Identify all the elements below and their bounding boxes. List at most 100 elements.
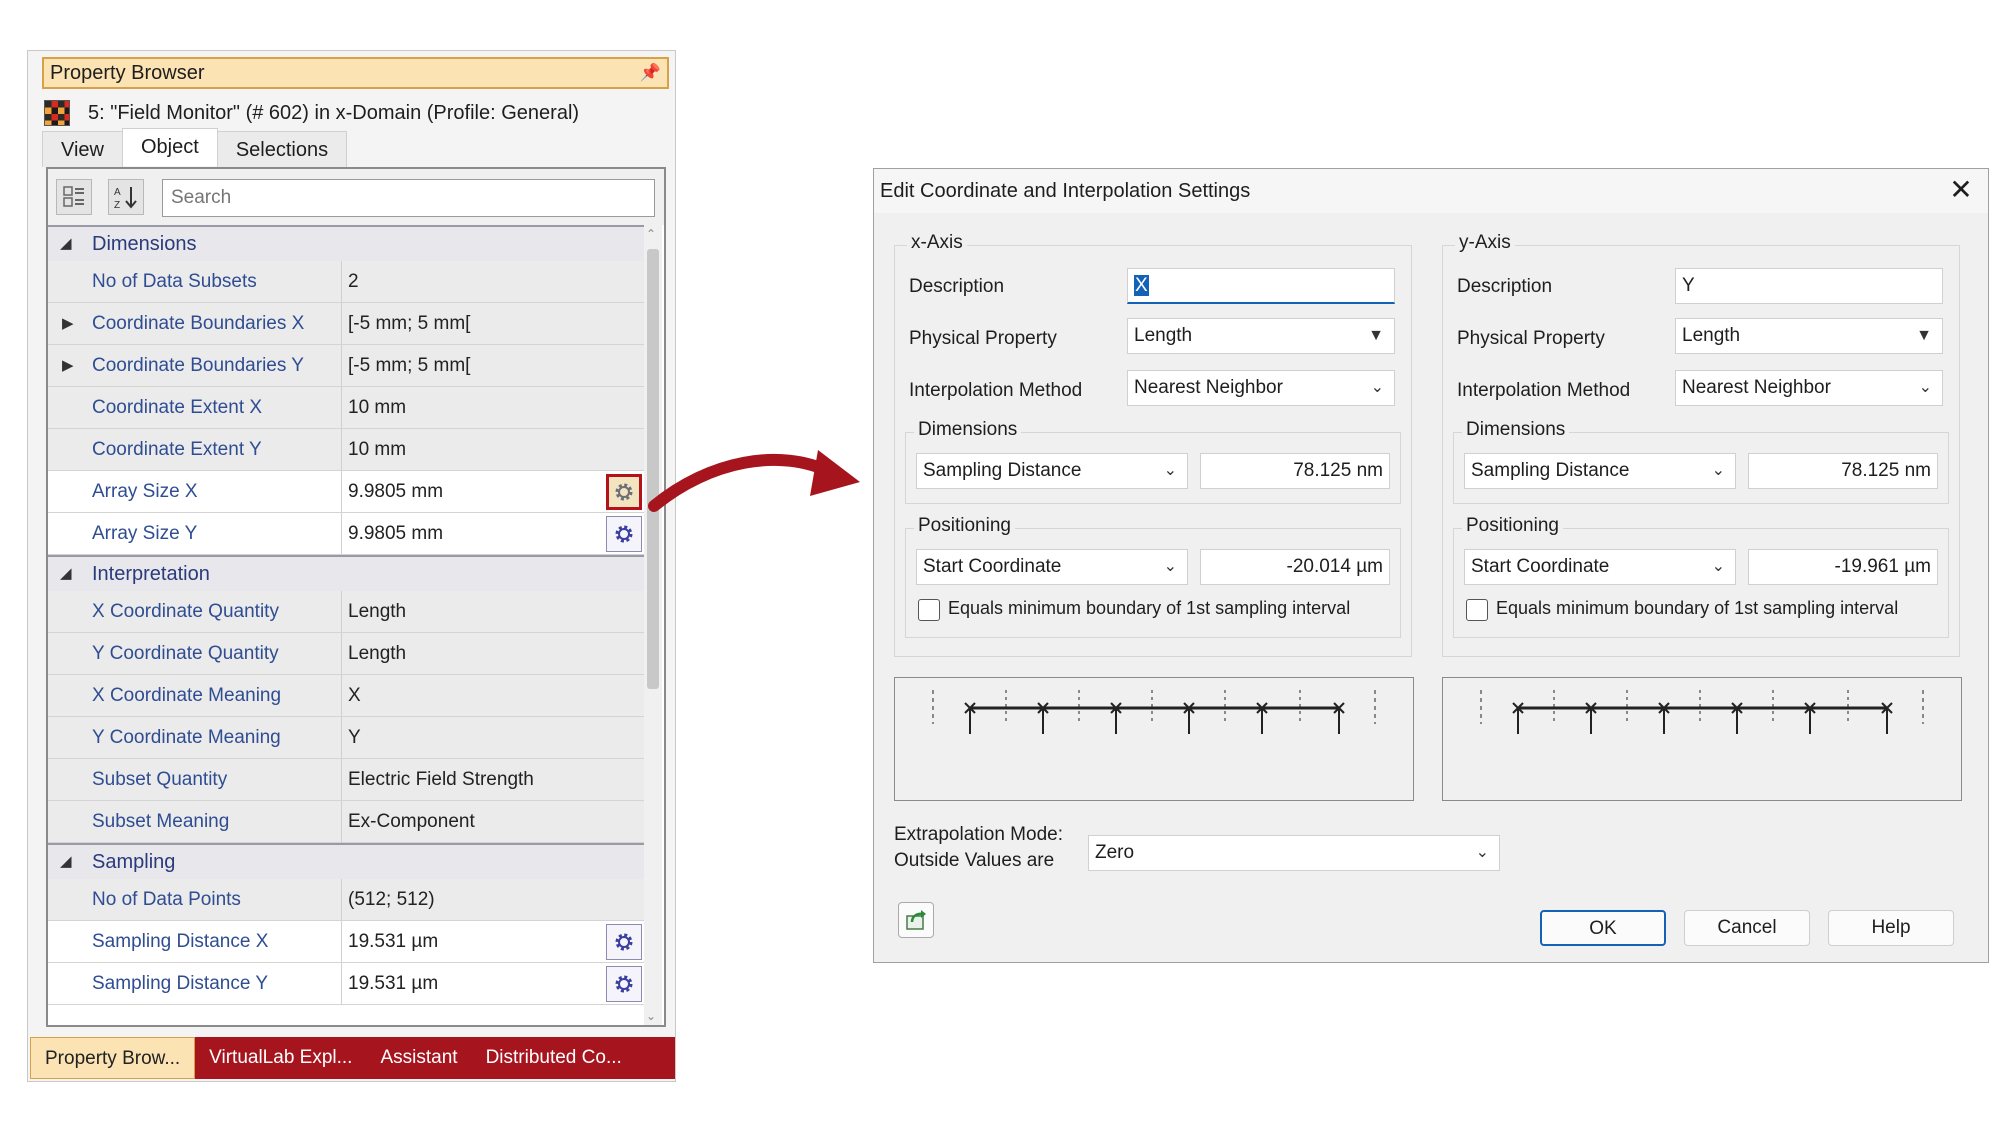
scroll-up-icon[interactable]: ⌃ [646, 227, 656, 241]
property-row[interactable]: Coordinate Extent Y 10 mm [48, 429, 644, 471]
interpolation-select[interactable]: Nearest Neighbor ⌄ [1127, 370, 1395, 406]
cancel-button[interactable]: Cancel [1684, 910, 1810, 946]
property-name: Array Size Y [48, 513, 342, 554]
start-coordinate-input[interactable]: -19.961 µm [1748, 549, 1938, 585]
physical-property-value: Length [1134, 325, 1193, 346]
property-value: X [348, 685, 361, 706]
tab-assistant[interactable]: Assistant [366, 1037, 471, 1079]
property-row[interactable]: No of Data Subsets 2 [48, 261, 644, 303]
help-button[interactable]: Help [1828, 910, 1954, 946]
bottom-tab-bar: Property Brow... VirtualLab Expl... Assi… [30, 1037, 675, 1079]
tab-view[interactable]: View [42, 131, 123, 167]
dimensions-title: Dimensions [1462, 419, 1570, 441]
property-value: 2 [348, 271, 359, 292]
physical-property-value: Length [1682, 325, 1741, 346]
property-value[interactable]: 9.9805 mm [342, 513, 644, 554]
sort-alphabetical-icon[interactable]: AZ [108, 179, 144, 215]
property-name: Coordinate Extent Y [48, 429, 342, 470]
equals-boundary-checkbox[interactable] [1466, 599, 1488, 621]
export-button[interactable] [898, 902, 934, 938]
chevron-down-icon: ⌄ [1370, 379, 1384, 396]
property-row-sampling-distance-x[interactable]: Sampling Distance X 19.531 µm [48, 921, 644, 963]
outside-values-label: Outside Values are [894, 850, 1055, 871]
property-name: Array Size X [48, 471, 342, 512]
physical-property-select[interactable]: Length ▼ [1675, 318, 1943, 354]
dialog-title: Edit Coordinate and Interpolation Settin… [880, 180, 1251, 202]
property-row[interactable]: Coordinate Extent X 10 mm [48, 387, 644, 429]
gear-icon[interactable] [606, 516, 642, 552]
chevron-down-icon: ⌄ [1475, 844, 1489, 861]
scroll-down-icon[interactable]: ⌄ [646, 1009, 656, 1023]
expand-icon[interactable]: ▶ [62, 303, 74, 345]
expand-icon[interactable]: ▶ [62, 345, 74, 387]
property-value[interactable]: 9.9805 mm [342, 471, 644, 512]
gear-icon[interactable] [606, 924, 642, 960]
chevron-down-icon: ⌄ [1711, 462, 1725, 479]
tab-object[interactable]: Object [122, 128, 218, 166]
positioning-title: Positioning [914, 515, 1015, 537]
property-row[interactable]: ▶ Coordinate Boundaries X [-5 mm; 5 mm[ [48, 303, 644, 345]
gear-icon[interactable] [606, 966, 642, 1002]
category-sampling[interactable]: ◢ Sampling [48, 843, 644, 879]
positioning-group: Positioning Start Coordinate ⌄ -20.014 µm… [905, 515, 1401, 638]
property-row[interactable]: Subset Quantity Electric Field Strength [48, 759, 644, 801]
pin-icon[interactable]: 📌 [640, 59, 661, 87]
collapse-icon[interactable]: ◢ [60, 227, 72, 261]
tab-selections[interactable]: Selections [216, 131, 348, 167]
category-dimensions[interactable]: ◢ Dimensions [48, 225, 644, 261]
dimensions-mode-select[interactable]: Sampling Distance ⌄ [1464, 453, 1736, 489]
tab-virtuallab-explorer[interactable]: VirtualLab Expl... [195, 1037, 366, 1079]
property-value: Y [348, 727, 361, 748]
chevron-down-icon: ⌄ [1711, 558, 1725, 575]
tab-property-browser[interactable]: Property Brow... [30, 1037, 196, 1079]
property-value: Length [348, 601, 407, 622]
property-name: Sampling Distance Y [48, 963, 342, 1004]
property-row[interactable]: X Coordinate Quantity Length [48, 591, 644, 633]
description-input[interactable]: X [1127, 268, 1395, 304]
positioning-mode-select[interactable]: Start Coordinate ⌄ [916, 549, 1188, 585]
property-row-array-size-x[interactable]: Array Size X 9.9805 mm [48, 471, 644, 513]
property-tabs: View Object Selections [42, 128, 348, 167]
property-row[interactable]: Y Coordinate Meaning Y [48, 717, 644, 759]
property-row-array-size-y[interactable]: Array Size Y 9.9805 mm [48, 513, 644, 555]
x-axis-group: x-Axis Description X Physical Property L… [894, 232, 1412, 657]
ok-button[interactable]: OK [1540, 910, 1666, 946]
positioning-mode-select[interactable]: Start Coordinate ⌄ [1464, 549, 1736, 585]
property-row[interactable]: ▶ Coordinate Boundaries Y [-5 mm; 5 mm[ [48, 345, 644, 387]
equals-boundary-checkbox[interactable] [918, 599, 940, 621]
dimensions-mode-select[interactable]: Sampling Distance ⌄ [916, 453, 1188, 489]
search-input[interactable] [162, 179, 655, 217]
property-row[interactable]: Subset Meaning Ex-Component [48, 801, 644, 843]
description-input[interactable]: Y [1675, 268, 1943, 304]
property-value[interactable]: 19.531 µm [342, 963, 644, 1004]
property-row[interactable]: Y Coordinate Quantity Length [48, 633, 644, 675]
collapse-icon[interactable]: ◢ [60, 845, 72, 879]
physical-property-select[interactable]: Length ▼ [1127, 318, 1395, 354]
categorized-view-icon[interactable] [56, 179, 92, 215]
extrapolation-select[interactable]: Zero ⌄ [1088, 835, 1500, 871]
sampling-distance-input[interactable]: 78.125 nm [1200, 453, 1390, 489]
collapse-icon[interactable]: ◢ [60, 557, 72, 591]
dimensions-mode-value: Sampling Distance [1471, 460, 1630, 481]
property-name-text: Coordinate Boundaries Y [92, 355, 304, 376]
chevron-down-icon: ⌄ [1163, 558, 1177, 575]
category-interpretation[interactable]: ◢ Interpretation [48, 555, 644, 591]
start-coordinate-input[interactable]: -20.014 µm [1200, 549, 1390, 585]
gear-icon[interactable] [606, 474, 642, 510]
interpolation-select[interactable]: Nearest Neighbor ⌄ [1675, 370, 1943, 406]
property-row[interactable]: X Coordinate Meaning X [48, 675, 644, 717]
property-name: Subset Meaning [48, 801, 342, 842]
tab-distributed-computing[interactable]: Distributed Co... [472, 1037, 636, 1079]
property-row-sampling-distance-y[interactable]: Sampling Distance Y 19.531 µm [48, 963, 644, 1005]
close-icon[interactable]: ✕ [1944, 173, 1978, 207]
description-label: Description [909, 276, 1005, 297]
interpolation-value: Nearest Neighbor [1134, 377, 1283, 398]
export-icon [906, 910, 926, 930]
property-value[interactable]: 19.531 µm [342, 921, 644, 962]
physical-property-label: Physical Property [909, 328, 1057, 349]
dialog-title-bar: Edit Coordinate and Interpolation Settin… [874, 169, 1988, 213]
vertical-scrollbar[interactable]: ⌃ ⌄ [644, 225, 662, 1025]
sampling-distance-input[interactable]: 78.125 nm [1748, 453, 1938, 489]
property-row[interactable]: No of Data Points (512; 512) [48, 879, 644, 921]
property-name: Coordinate Extent X [48, 387, 342, 428]
